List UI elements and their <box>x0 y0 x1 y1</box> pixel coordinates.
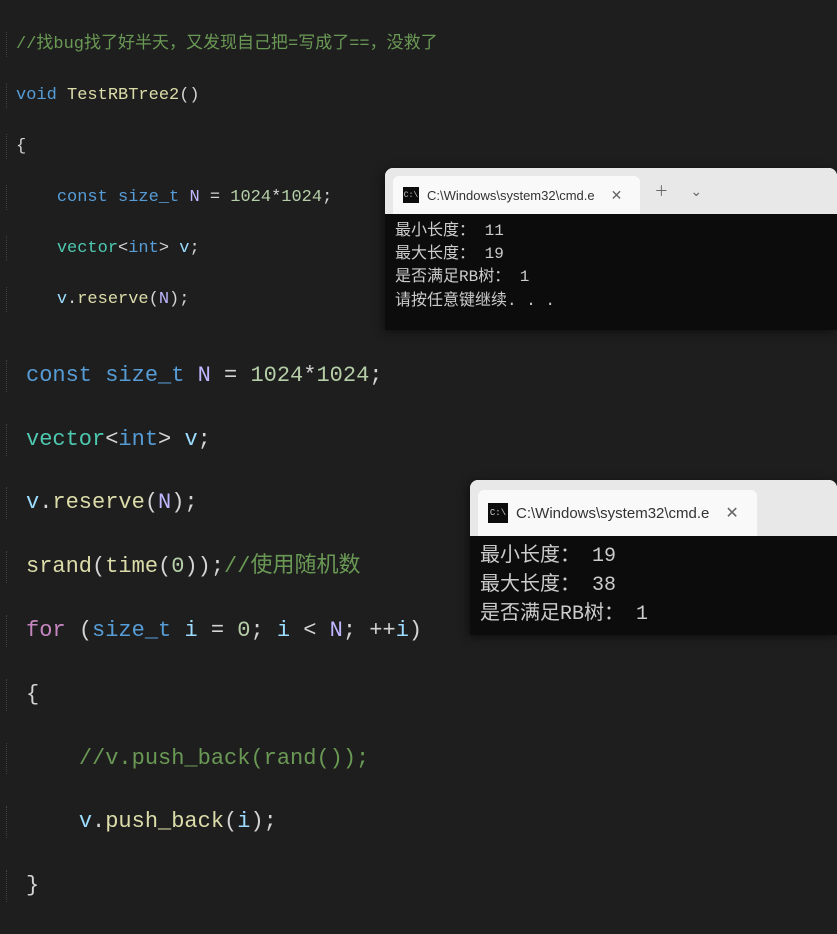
terminal-window-2[interactable]: C:\ C:\Windows\system32\cmd.e ✕ 最小长度： 19… <box>470 480 837 635</box>
terminal-output: 最小长度： 11 最大长度： 19 是否满足RB树： 1 请按任意键继续. . … <box>385 214 837 330</box>
keyword-void: void <box>16 86 57 105</box>
terminal-titlebar[interactable]: C:\ C:\Windows\system32\cmd.e ✕ <box>470 480 837 536</box>
terminal-tab-title: C:\Windows\system32\cmd.e <box>427 188 595 203</box>
output-line: 最小长度： 11 <box>395 222 504 240</box>
code-line: } <box>0 870 837 902</box>
code-line: vector<int> v; <box>0 424 837 456</box>
code-line: const size_t N = 1024*1024; <box>0 360 837 392</box>
code-line: //v.push_back(rand()); <box>0 743 837 775</box>
output-line: 是否满足RB树： 1 <box>395 268 529 286</box>
comment-text: //找bug找了好半天，又发现自己把=写成了==，没救了 <box>16 35 438 54</box>
cmd-icon: C:\ <box>488 503 508 523</box>
terminal-tab[interactable]: C:\ C:\Windows\system32\cmd.e ✕ <box>393 176 640 214</box>
output-line: 最大长度： 38 <box>480 574 616 597</box>
code-line: { <box>0 679 837 711</box>
code-line: { <box>0 134 837 160</box>
function-name: TestRBTree2 <box>67 86 179 105</box>
output-line: 最小长度： 19 <box>480 545 616 568</box>
chevron-down-icon[interactable]: ⌄ <box>682 179 710 204</box>
output-line: 请按任意键继续. . . <box>395 292 555 310</box>
cmd-icon: C:\ <box>403 187 419 203</box>
close-icon[interactable]: ✕ <box>603 183 631 208</box>
code-line: v.push_back(i); <box>0 806 837 838</box>
close-icon[interactable]: ✕ <box>717 499 746 527</box>
code-line: //找bug找了好半天，又发现自己把=写成了==，没救了 <box>0 32 837 58</box>
output-line: 最大长度： 19 <box>395 245 504 263</box>
terminal-titlebar[interactable]: C:\ C:\Windows\system32\cmd.e ✕ ＋ ⌄ <box>385 168 837 214</box>
terminal-window-1[interactable]: C:\ C:\Windows\system32\cmd.e ✕ ＋ ⌄ 最小长度… <box>385 168 837 330</box>
terminal-output: 最小长度： 19 最大长度： 38 是否满足RB树： 1 <box>470 536 837 635</box>
terminal-tab-title: C:\Windows\system32\cmd.e <box>516 505 709 522</box>
comment-text: //使用随机数 <box>224 554 360 579</box>
terminal-tab[interactable]: C:\ C:\Windows\system32\cmd.e ✕ <box>478 490 757 536</box>
parens: () <box>179 86 199 105</box>
brace: { <box>16 137 26 156</box>
new-tab-icon[interactable]: ＋ <box>646 177 676 205</box>
output-line: 是否满足RB树： 1 <box>480 603 648 626</box>
code-line: void TestRBTree2() <box>0 83 837 109</box>
